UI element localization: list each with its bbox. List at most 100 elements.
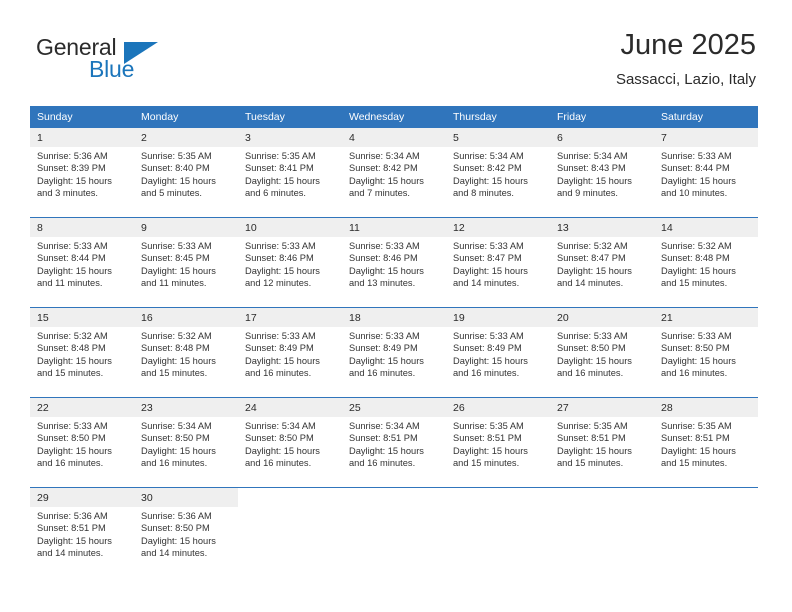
day-info-13: Sunrise: 5:32 AM Sunset: 8:47 PM Dayligh… [550, 237, 654, 298]
daylight-text-line1: Daylight: 15 hours [141, 175, 216, 186]
day-cell-12[interactable]: 12 [446, 217, 550, 237]
sunrise-text: Sunrise: 5:33 AM [245, 241, 316, 251]
sunset-text: Sunset: 8:45 PM [141, 253, 210, 264]
daylight-text-line1: Daylight: 15 hours [349, 265, 424, 276]
sunrise-text: Sunrise: 5:32 AM [141, 331, 212, 341]
day-cell-16[interactable]: 16 [134, 307, 238, 327]
daylight-text-line2: and 10 minutes. [661, 187, 728, 198]
sunrise-text: Sunrise: 5:33 AM [349, 241, 420, 251]
daylight-text-line2: and 15 minutes. [37, 367, 104, 378]
week-3-daynum-row: 15 16 17 18 19 20 21 [30, 307, 758, 327]
day-cell-30[interactable]: 30 [134, 487, 238, 507]
day-cell-18[interactable]: 18 [342, 307, 446, 327]
day-info-15: Sunrise: 5:32 AM Sunset: 8:48 PM Dayligh… [30, 327, 134, 388]
sunset-text: Sunset: 8:44 PM [37, 253, 106, 264]
day-cell-26[interactable]: 26 [446, 397, 550, 417]
daylight-text-line1: Daylight: 15 hours [453, 175, 528, 186]
calendar-page: General Blue June 2025 Sassacci, Lazio, … [0, 0, 792, 612]
day-info-12: Sunrise: 5:33 AM Sunset: 8:47 PM Dayligh… [446, 237, 550, 298]
daylight-text-line1: Daylight: 15 hours [245, 175, 320, 186]
day-cell-17[interactable]: 17 [238, 307, 342, 327]
day-info-empty-3 [446, 507, 550, 568]
sunrise-text: Sunrise: 5:32 AM [661, 241, 732, 251]
day-cell-21[interactable]: 21 [654, 307, 758, 327]
day-cell-6[interactable]: 6 [550, 128, 654, 147]
daylight-text-line1: Daylight: 15 hours [141, 445, 216, 456]
day-cell-29[interactable]: 29 [30, 487, 134, 507]
sunrise-text: Sunrise: 5:35 AM [245, 151, 316, 161]
daylight-text-line2: and 16 minutes. [245, 457, 312, 468]
sunrise-text: Sunrise: 5:34 AM [349, 421, 420, 431]
day-cell-2[interactable]: 2 [134, 128, 238, 147]
week-separator [30, 388, 758, 398]
day-cell-14[interactable]: 14 [654, 217, 758, 237]
sunset-text: Sunset: 8:50 PM [245, 433, 314, 444]
sunrise-text: Sunrise: 5:33 AM [141, 241, 212, 251]
day-cell-25[interactable]: 25 [342, 397, 446, 417]
day-cell-20[interactable]: 20 [550, 307, 654, 327]
day-cell-1[interactable]: 1 [30, 128, 134, 147]
day-cell-24[interactable]: 24 [238, 397, 342, 417]
day-cell-19[interactable]: 19 [446, 307, 550, 327]
daylight-text-line1: Daylight: 15 hours [557, 355, 632, 366]
sunrise-text: Sunrise: 5:36 AM [37, 511, 108, 521]
daylight-text-line1: Daylight: 15 hours [37, 175, 112, 186]
sunrise-text: Sunrise: 5:33 AM [557, 331, 628, 341]
daylight-text-line2: and 9 minutes. [557, 187, 618, 198]
sunrise-sunset-calendar: Sunday Monday Tuesday Wednesday Thursday… [30, 106, 758, 568]
day-cell-10[interactable]: 10 [238, 217, 342, 237]
title-block: June 2025 Sassacci, Lazio, Italy [616, 28, 756, 90]
sunrise-text: Sunrise: 5:32 AM [557, 241, 628, 251]
daylight-text-line2: and 11 minutes. [141, 277, 207, 288]
day-info-11: Sunrise: 5:33 AM Sunset: 8:46 PM Dayligh… [342, 237, 446, 298]
daylight-text-line1: Daylight: 15 hours [661, 445, 736, 456]
day-info-3: Sunrise: 5:35 AM Sunset: 8:41 PM Dayligh… [238, 147, 342, 208]
daylight-text-line1: Daylight: 15 hours [453, 265, 528, 276]
day-cell-13[interactable]: 13 [550, 217, 654, 237]
day-cell-23[interactable]: 23 [134, 397, 238, 417]
day-cell-7[interactable]: 7 [654, 128, 758, 147]
sunrise-text: Sunrise: 5:36 AM [141, 511, 212, 521]
day-info-8: Sunrise: 5:33 AM Sunset: 8:44 PM Dayligh… [30, 237, 134, 298]
day-cell-22[interactable]: 22 [30, 397, 134, 417]
day-info-21: Sunrise: 5:33 AM Sunset: 8:50 PM Dayligh… [654, 327, 758, 388]
sunset-text: Sunset: 8:51 PM [453, 433, 522, 444]
sunset-text: Sunset: 8:47 PM [453, 253, 522, 264]
daylight-text-line1: Daylight: 15 hours [141, 535, 216, 546]
day-cell-9[interactable]: 9 [134, 217, 238, 237]
page-title: June 2025 [620, 29, 756, 61]
sunrise-text: Sunrise: 5:32 AM [37, 331, 108, 341]
daylight-text-line2: and 15 minutes. [453, 457, 520, 468]
daylight-text-line2: and 3 minutes. [37, 187, 98, 198]
sunset-text: Sunset: 8:40 PM [141, 163, 210, 174]
day-info-empty-5 [654, 507, 758, 568]
day-cell-5[interactable]: 5 [446, 128, 550, 147]
day-info-24: Sunrise: 5:34 AM Sunset: 8:50 PM Dayligh… [238, 417, 342, 478]
day-cell-3[interactable]: 3 [238, 128, 342, 147]
daylight-text-line2: and 14 minutes. [557, 277, 624, 288]
day-cell-8[interactable]: 8 [30, 217, 134, 237]
daylight-text-line1: Daylight: 15 hours [557, 265, 632, 276]
day-cell-28[interactable]: 28 [654, 397, 758, 417]
daylight-text-line2: and 16 minutes. [349, 367, 416, 378]
weekday-header-row: Sunday Monday Tuesday Wednesday Thursday… [30, 106, 758, 128]
logo-text-blue: Blue [89, 56, 135, 82]
general-blue-logo[interactable]: General Blue [36, 34, 166, 86]
sunset-text: Sunset: 8:46 PM [245, 253, 314, 264]
daylight-text-line1: Daylight: 15 hours [245, 355, 320, 366]
sunrise-text: Sunrise: 5:35 AM [557, 421, 628, 431]
sunset-text: Sunset: 8:49 PM [453, 343, 522, 354]
daylight-text-line2: and 16 minutes. [349, 457, 416, 468]
weekday-header-wednesday: Wednesday [342, 106, 446, 128]
day-cell-11[interactable]: 11 [342, 217, 446, 237]
daylight-text-line2: and 11 minutes. [37, 277, 103, 288]
sunrise-text: Sunrise: 5:33 AM [37, 241, 108, 251]
daylight-text-line2: and 14 minutes. [453, 277, 520, 288]
daylight-text-line2: and 7 minutes. [349, 187, 410, 198]
day-cell-27[interactable]: 27 [550, 397, 654, 417]
daylight-text-line1: Daylight: 15 hours [37, 445, 112, 456]
daylight-text-line1: Daylight: 15 hours [557, 445, 632, 456]
daylight-text-line1: Daylight: 15 hours [37, 355, 112, 366]
day-cell-4[interactable]: 4 [342, 128, 446, 147]
day-cell-15[interactable]: 15 [30, 307, 134, 327]
